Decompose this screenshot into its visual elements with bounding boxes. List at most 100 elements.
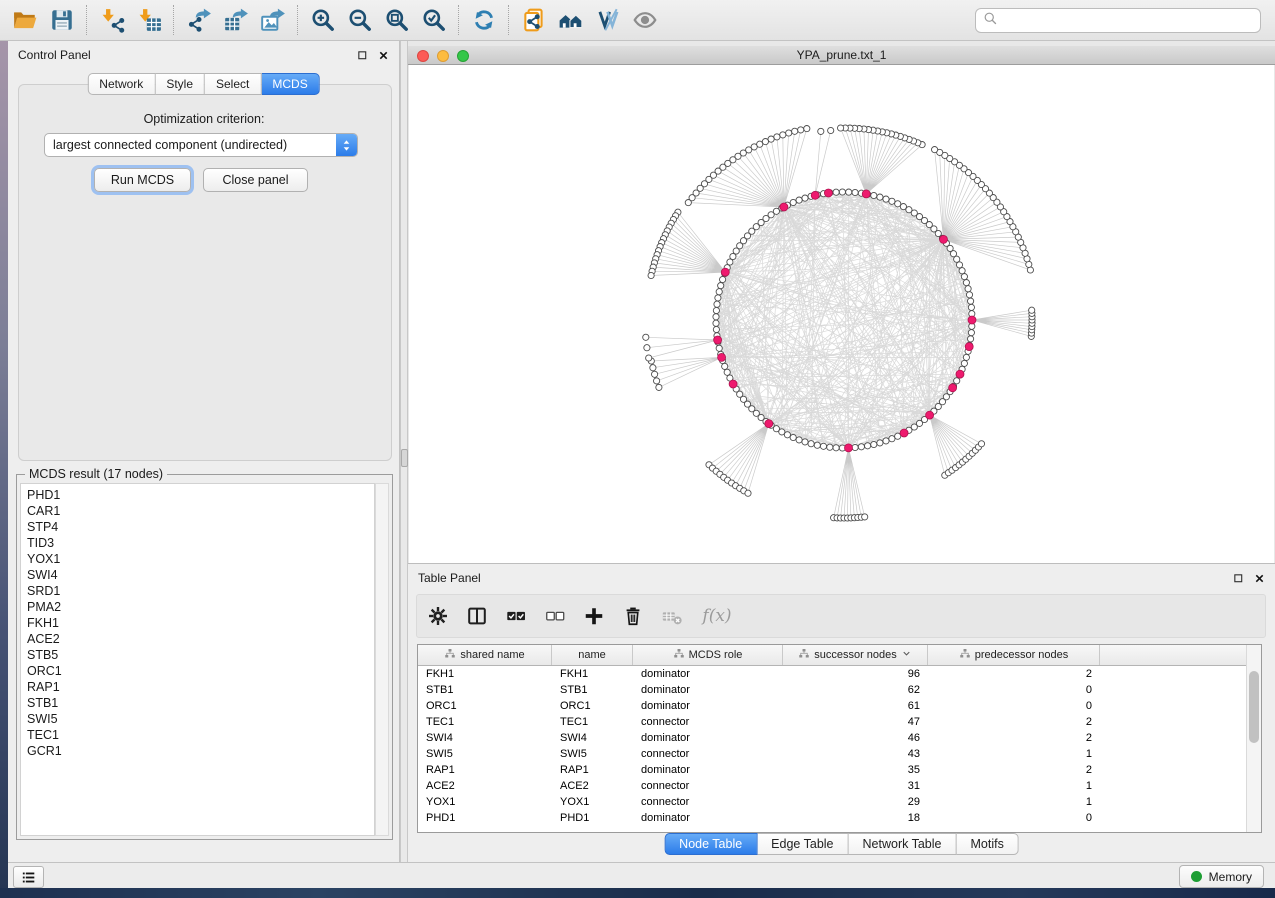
search-box[interactable]: [975, 8, 1261, 33]
mcds-result-item[interactable]: SWI5: [27, 711, 374, 727]
mcds-result-item[interactable]: TID3: [27, 535, 374, 551]
column-header-shared-name[interactable]: shared name: [418, 645, 552, 665]
tab-network[interactable]: Network: [87, 73, 155, 95]
mcds-result-item[interactable]: ACE2: [27, 631, 374, 647]
share-network-document-button[interactable]: [515, 3, 552, 37]
import-network-button[interactable]: [93, 3, 130, 37]
cell: connector: [633, 716, 783, 728]
show-graphics-details-button[interactable]: [626, 3, 663, 37]
task-history-button[interactable]: [13, 866, 44, 888]
cell: 1: [928, 796, 1100, 808]
export-image-button[interactable]: [254, 3, 291, 37]
network-canvas[interactable]: [409, 65, 1274, 563]
zoom-out-button[interactable]: [341, 3, 378, 37]
import-table-button[interactable]: [130, 3, 167, 37]
refresh-network-button[interactable]: [465, 3, 502, 37]
column-header-name[interactable]: name: [552, 645, 633, 665]
cell: connector: [633, 796, 783, 808]
vertical-splitter[interactable]: [400, 41, 408, 862]
hide-graphics-details-button[interactable]: [589, 3, 626, 37]
table-row-ACE2[interactable]: ACE2ACE2connector311: [418, 778, 1261, 794]
unselect-all-columns-button[interactable]: [544, 605, 566, 627]
tab-edge-table[interactable]: Edge Table: [757, 833, 848, 855]
cell: STB1: [418, 684, 552, 696]
select-all-columns-button[interactable]: [505, 605, 527, 627]
zoom-in-button[interactable]: [304, 3, 341, 37]
criterion-dropdown[interactable]: largest connected component (undirected): [44, 133, 358, 157]
cell: dominator: [633, 700, 783, 712]
mcds-result-item[interactable]: ORC1: [27, 663, 374, 679]
search-icon: [983, 11, 998, 31]
table-scrollbar-thumb[interactable]: [1249, 671, 1259, 743]
float-panel-icon[interactable]: [357, 50, 368, 61]
cell: dominator: [633, 812, 783, 824]
search-input[interactable]: [998, 10, 1260, 32]
minimize-window-icon[interactable]: [437, 50, 449, 62]
table-row-SWI5[interactable]: SWI5SWI5connector431: [418, 746, 1261, 762]
show-columns-button[interactable]: [466, 605, 488, 627]
table-row-RAP1[interactable]: RAP1RAP1dominator352: [418, 762, 1261, 778]
maximize-window-icon[interactable]: [457, 50, 469, 62]
cell: SWI5: [552, 748, 633, 760]
memory-button[interactable]: Memory: [1179, 865, 1264, 888]
table-row-STB1[interactable]: STB1STB1dominator620: [418, 682, 1261, 698]
cell: 2: [928, 764, 1100, 776]
mcds-result-item[interactable]: GCR1: [27, 743, 374, 759]
tab-select[interactable]: Select: [205, 73, 261, 95]
cell: 62: [783, 684, 928, 696]
mcds-result-item[interactable]: STP4: [27, 519, 374, 535]
tab-motifs[interactable]: Motifs: [956, 833, 1018, 855]
mcds-result-item[interactable]: RAP1: [27, 679, 374, 695]
close-panel-icon[interactable]: [1254, 573, 1265, 584]
mcds-result-item[interactable]: PHD1: [27, 487, 374, 503]
control-panel-header: Control Panel: [8, 41, 399, 69]
export-table-button[interactable]: [217, 3, 254, 37]
add-column-button[interactable]: [583, 605, 605, 627]
export-network-button[interactable]: [180, 3, 217, 37]
mcds-result-item[interactable]: CAR1: [27, 503, 374, 519]
tab-network-table[interactable]: Network Table: [849, 833, 957, 855]
network-graph[interactable]: [409, 65, 1274, 563]
mcds-result-scrollbar[interactable]: [375, 483, 389, 836]
close-panel-button[interactable]: Close panel: [203, 168, 308, 192]
toolbar-separator: [86, 5, 87, 35]
cell: 1: [928, 780, 1100, 792]
mcds-result-item[interactable]: SWI4: [27, 567, 374, 583]
mcds-result-item[interactable]: STB1: [27, 695, 374, 711]
optimization-criterion-label: Optimization criterion:: [8, 112, 400, 126]
column-header-predecessor-nodes[interactable]: predecessor nodes: [928, 645, 1100, 665]
close-window-icon[interactable]: [417, 50, 429, 62]
cell: RAP1: [418, 764, 552, 776]
tab-node-table[interactable]: Node Table: [664, 833, 757, 855]
splitter-grip-icon[interactable]: [401, 449, 408, 467]
table-row-PHD1[interactable]: PHD1PHD1dominator180: [418, 810, 1261, 826]
mcds-result-item[interactable]: TEC1: [27, 727, 374, 743]
column-header-successor-nodes[interactable]: successor nodes: [783, 645, 928, 665]
zoom-selected-button[interactable]: [415, 3, 452, 37]
table-row-YOX1[interactable]: YOX1YOX1connector291: [418, 794, 1261, 810]
run-mcds-button[interactable]: Run MCDS: [94, 168, 191, 192]
table-scrollbar[interactable]: [1246, 645, 1261, 832]
cell: 2: [928, 732, 1100, 744]
mcds-result-item[interactable]: FKH1: [27, 615, 374, 631]
mcds-result-item[interactable]: YOX1: [27, 551, 374, 567]
zoom-fit-button[interactable]: [378, 3, 415, 37]
mcds-result-item[interactable]: STB5: [27, 647, 374, 663]
table-row-TEC1[interactable]: TEC1TEC1connector472: [418, 714, 1261, 730]
table-row-FKH1[interactable]: FKH1FKH1dominator962: [418, 666, 1261, 682]
mcds-result-item[interactable]: SRD1: [27, 583, 374, 599]
open-file-button[interactable]: [6, 3, 43, 37]
table-row-ORC1[interactable]: ORC1ORC1dominator610: [418, 698, 1261, 714]
table-options-gear-button[interactable]: [427, 605, 449, 627]
tab-style[interactable]: Style: [155, 73, 205, 95]
delete-columns-button[interactable]: [622, 605, 644, 627]
network-overview-button[interactable]: [552, 3, 589, 37]
tab-mcds[interactable]: MCDS: [261, 73, 319, 95]
cell: 2: [928, 668, 1100, 680]
mcds-result-item[interactable]: PMA2: [27, 599, 374, 615]
close-panel-icon[interactable]: [378, 50, 389, 61]
save-session-button[interactable]: [43, 3, 80, 37]
table-row-SWI4[interactable]: SWI4SWI4dominator462: [418, 730, 1261, 746]
float-panel-icon[interactable]: [1233, 573, 1244, 584]
column-header-MCDS-role[interactable]: MCDS role: [633, 645, 783, 665]
